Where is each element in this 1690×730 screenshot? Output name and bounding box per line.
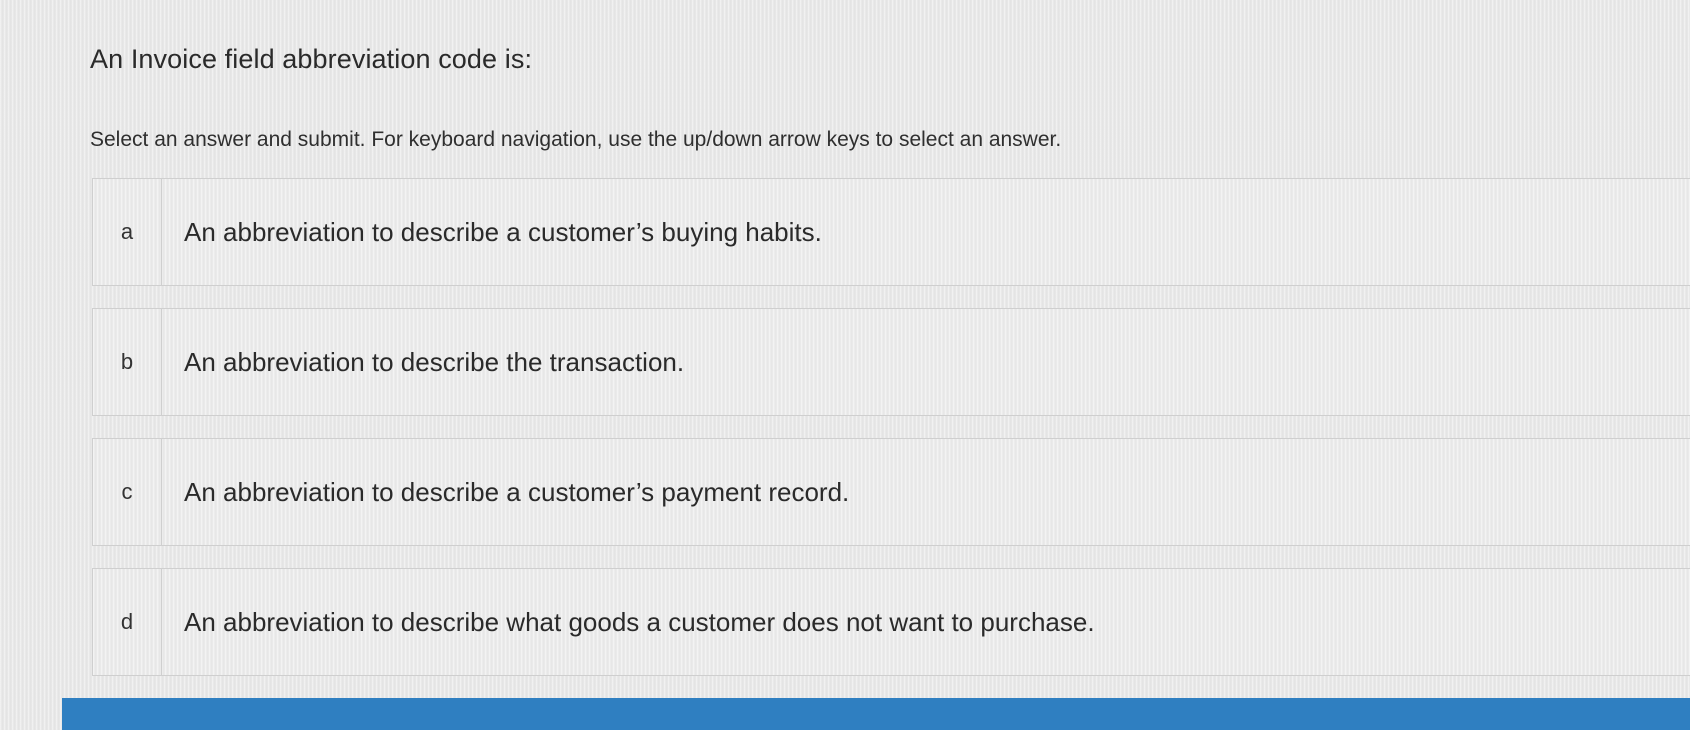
answer-text: An abbreviation to describe a customer’s…: [184, 476, 850, 507]
submit-bar[interactable]: [62, 698, 1690, 730]
answer-letter: c: [93, 439, 162, 545]
answer-text: An abbreviation to describe the transact…: [184, 346, 685, 377]
answer-option-b[interactable]: b An abbreviation to describe the transa…: [92, 308, 1690, 416]
answer-letter: a: [93, 179, 162, 285]
answer-list: a An abbreviation to describe a customer…: [92, 178, 1690, 698]
question-title: An Invoice field abbreviation code is:: [90, 44, 533, 74]
answer-option-a[interactable]: a An abbreviation to describe a customer…: [92, 178, 1690, 286]
answer-letter: b: [93, 309, 162, 415]
answer-option-c[interactable]: c An abbreviation to describe a customer…: [92, 438, 1690, 546]
instructions-text: Select an answer and submit. For keyboar…: [90, 128, 1062, 151]
answer-option-d[interactable]: d An abbreviation to describe what goods…: [92, 568, 1690, 676]
answer-text: An abbreviation to describe a customer’s…: [184, 216, 822, 247]
answer-text: An abbreviation to describe what goods a…: [184, 606, 1095, 637]
answer-letter: d: [93, 569, 162, 675]
